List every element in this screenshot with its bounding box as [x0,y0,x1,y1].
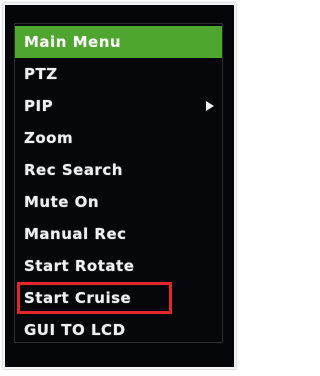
osd-menu-frame: Main Menu PTZ PIP Zoom Rec Search Mute O… [3,3,236,369]
menu-item-pip-label: PIP [24,97,54,115]
menu-item-mute-on[interactable]: Mute On [15,186,222,218]
menu-item-manual-rec[interactable]: Manual Rec [15,218,222,250]
menu-item-rec-search[interactable]: Rec Search [15,154,222,186]
menu-title-main-menu[interactable]: Main Menu [15,26,222,58]
submenu-arrow-icon [206,101,214,111]
menu-item-start-rotate[interactable]: Start Rotate [15,250,222,282]
start-cruise-highlight-box [17,282,172,314]
menu-item-pip[interactable]: PIP [15,90,222,122]
menu-item-gui-to-lcd[interactable]: GUI TO LCD [15,314,222,346]
menu-item-zoom[interactable]: Zoom [15,122,222,154]
main-menu: Main Menu PTZ PIP Zoom Rec Search Mute O… [14,23,223,343]
menu-item-ptz[interactable]: PTZ [15,58,222,90]
